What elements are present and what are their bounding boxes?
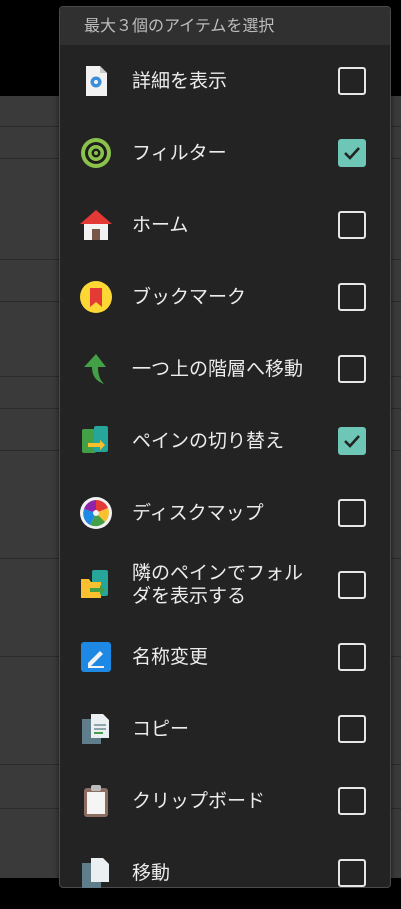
up-arrow-icon [78, 351, 114, 387]
list-item-label: 移動 [132, 861, 171, 884]
clipboard-icon [78, 783, 114, 819]
check-icon [344, 147, 360, 160]
list-item-home[interactable]: ホーム [60, 189, 390, 261]
list-item-bookmark[interactable]: ブックマーク [60, 261, 390, 333]
move-icon [78, 855, 114, 891]
item-checkbox[interactable] [338, 571, 366, 599]
home-icon [78, 207, 114, 243]
list-item-label: ペインの切り替え [132, 429, 285, 452]
copy-icon [78, 711, 114, 747]
list-item-up-level[interactable]: 一つ上の階層へ移動 [60, 333, 390, 405]
list-item-label: 名称変更 [132, 645, 209, 668]
check-icon [344, 435, 360, 448]
list-item-label: フィルター [132, 141, 227, 164]
list-item-folder-in-pane[interactable]: 隣のペインでフォルダを表示する [60, 549, 390, 621]
list-item-label: コピー [132, 717, 190, 740]
item-checkbox[interactable] [338, 499, 366, 527]
switch-pane-icon [78, 423, 114, 459]
item-checkbox[interactable] [338, 211, 366, 239]
list-item-label: ブックマーク [132, 285, 247, 308]
list-item-rename[interactable]: 名称変更 [60, 621, 390, 693]
item-checkbox[interactable] [338, 715, 366, 743]
list-item-move[interactable]: 移動 [60, 837, 390, 909]
rename-icon [78, 639, 114, 675]
list-item-clipboard[interactable]: クリップボード [60, 765, 390, 837]
info-document-icon [78, 63, 114, 99]
list-item-label: 隣のペインでフォルダを表示する [132, 562, 304, 607]
bookmark-icon [78, 279, 114, 315]
list-item-label: 詳細を表示 [132, 69, 228, 92]
select-items-dialog: 最大３個のアイテムを選択 詳細を表示 フィルター ホーム ブックマーク 一つ上の… [59, 6, 391, 888]
item-checkbox-checked[interactable] [338, 139, 366, 167]
dialog-title: 最大３個のアイテムを選択 [60, 7, 390, 45]
item-checkbox[interactable] [338, 859, 366, 887]
item-checkbox[interactable] [338, 643, 366, 671]
item-checkbox-checked[interactable] [338, 427, 366, 455]
list-item-copy[interactable]: コピー [60, 693, 390, 765]
list-item-label: ホーム [132, 213, 189, 236]
item-checkbox[interactable] [338, 67, 366, 95]
list-item-label: ディスクマップ [132, 501, 264, 524]
list-item-switch-pane[interactable]: ペインの切り替え [60, 405, 390, 477]
filter-target-icon [78, 135, 114, 171]
item-checkbox[interactable] [338, 283, 366, 311]
list-item-disk-map[interactable]: ディスクマップ [60, 477, 390, 549]
list-item-details[interactable]: 詳細を表示 [60, 45, 390, 117]
disk-map-icon [78, 495, 114, 531]
item-checkbox[interactable] [338, 787, 366, 815]
folder-in-pane-icon [78, 567, 114, 603]
list-item-label: 一つ上の階層へ移動 [132, 357, 304, 380]
item-checkbox[interactable] [338, 355, 366, 383]
list-item-label: クリップボード [132, 789, 266, 812]
list-item-filter[interactable]: フィルター [60, 117, 390, 189]
